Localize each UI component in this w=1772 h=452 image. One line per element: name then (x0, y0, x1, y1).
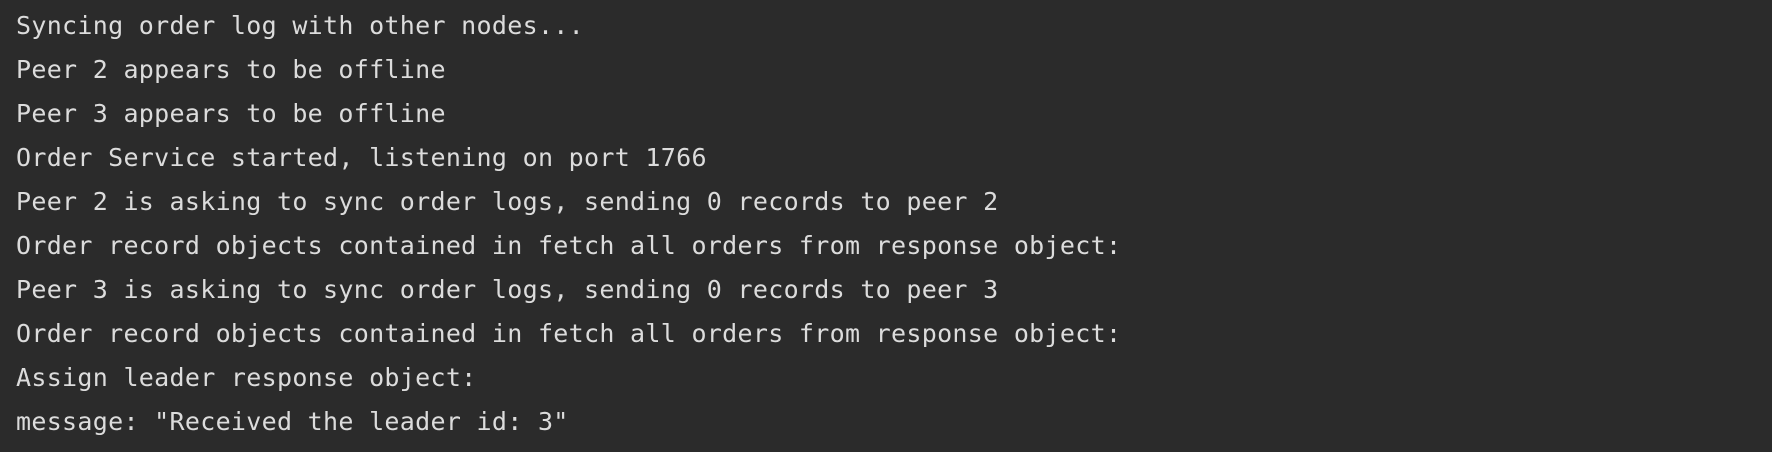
console-output[interactable]: Syncing order log with other nodes... Pe… (0, 0, 1772, 452)
console-line: Peer 2 appears to be offline (16, 55, 446, 84)
console-line: Assign leader response object: (16, 363, 477, 392)
console-line: Peer 3 appears to be offline (16, 99, 446, 128)
console-line: Peer 2 is asking to sync order logs, sen… (16, 187, 999, 216)
console-line: Syncing order log with other nodes... (16, 11, 584, 40)
console-line: Order record objects contained in fetch … (16, 231, 1122, 260)
console-line: message: "Received the leader id: 3" (16, 407, 569, 436)
console-line: Order Service started, listening on port… (16, 143, 707, 172)
console-line: Peer 3 is asking to sync order logs, sen… (16, 275, 999, 304)
console-line: Order record objects contained in fetch … (16, 319, 1122, 348)
